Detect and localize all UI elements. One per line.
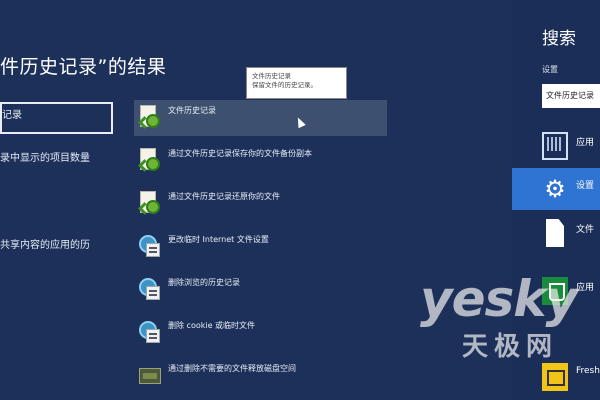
result-label: 删除 cookie 或临时文件 (168, 321, 256, 330)
watermark-cjk-text: 天极网 (462, 332, 559, 362)
result-label: 通过文件历史记录保存你的文件备份副本 (168, 149, 312, 158)
result-row[interactable]: 更改临时 Internet 文件设置 (134, 229, 387, 265)
internet-options-icon (138, 233, 162, 261)
left-category-item[interactable]: 共享内容的应用的历 (0, 236, 90, 251)
result-label: 更改临时 Internet 文件设置 (168, 235, 269, 244)
charm-title: 搜索 (542, 29, 576, 49)
disk-cleanup-icon (138, 362, 162, 390)
result-label: 通过文件历史记录还原你的文件 (168, 192, 280, 201)
internet-options-icon (138, 276, 162, 304)
file-history-icon (138, 147, 162, 175)
watermark-logo-text: yesky (420, 270, 578, 328)
result-row[interactable]: 通过文件历史记录保存你的文件备份副本 (134, 143, 387, 179)
gear-icon: ⚙ (544, 175, 566, 203)
result-label: 删除浏览的历史记录 (168, 278, 240, 287)
result-label: 通过删除不需要的文件释放磁盘空间 (168, 364, 296, 373)
watermark: yesky 天极网 (420, 270, 600, 370)
result-row[interactable]: 删除浏览的历史记录 (134, 272, 387, 308)
tooltip: 文件历史记录 保留文件的历史记录。 (246, 67, 347, 99)
result-row[interactable]: 文件历史记录 (134, 100, 387, 136)
search-input[interactable]: 文件历史记录 (542, 84, 600, 108)
charm-item-label: 文件 (576, 225, 595, 235)
tooltip-title: 文件历史记录 (252, 72, 291, 80)
charm-scope-apps[interactable]: 应用 (512, 125, 600, 167)
tooltip-description: 保留文件的历史记录。 (252, 81, 317, 89)
file-icon (546, 219, 564, 247)
charm-scope-files[interactable]: 文件 (512, 212, 600, 254)
charm-item-label: 设置 (576, 181, 595, 191)
result-label: 文件历史记录 (168, 106, 216, 115)
search-results-screen: 件历史记录”的结果 记录 录中显示的项目数量 共享内容的应用的历 文件历史记录 … (0, 0, 600, 400)
results-title: 件历史记录”的结果 (0, 56, 167, 78)
charm-scope-settings[interactable]: ⚙ 设置 (512, 168, 600, 210)
left-category-item[interactable]: 记录 (0, 102, 113, 134)
result-row[interactable]: 通过删除不需要的文件释放磁盘空间 (134, 358, 387, 394)
left-category-item[interactable]: 录中显示的项目数量 (0, 149, 90, 164)
file-history-icon (138, 190, 162, 218)
charm-item-label: 应用 (576, 138, 595, 148)
apps-icon (542, 132, 568, 160)
internet-options-icon (138, 319, 162, 347)
result-row[interactable]: 通过文件历史记录还原你的文件 (134, 186, 387, 222)
result-row[interactable]: 删除 cookie 或临时文件 (134, 315, 387, 351)
search-scope-label: 设置 (542, 65, 558, 74)
file-history-icon (138, 104, 162, 132)
